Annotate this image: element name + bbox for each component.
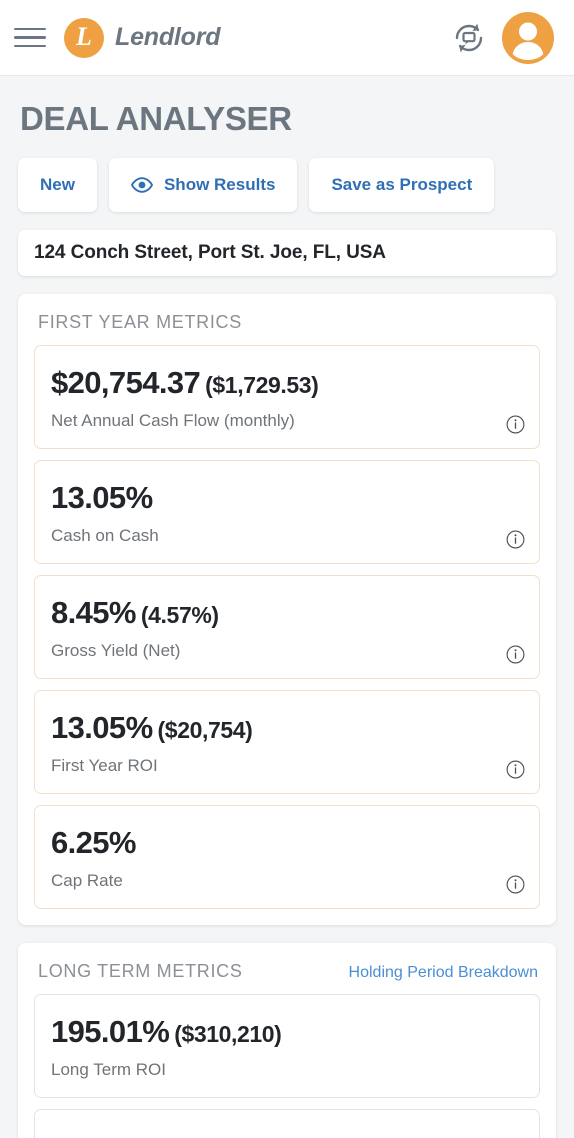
metric-label: Long Term ROI bbox=[51, 1059, 166, 1079]
page-title: DEAL ANALYSER bbox=[20, 100, 292, 137]
action-button-row: New Show Results Save as Prospect bbox=[18, 158, 556, 212]
metric-secondary-value: (4.57%) bbox=[140, 602, 219, 629]
sync-chat-icon[interactable] bbox=[452, 21, 486, 55]
metric-card-first-year-roi[interactable]: 13.05% ($20,754) First Year ROI bbox=[34, 690, 540, 794]
first-year-panel-header: FIRST YEAR METRICS bbox=[34, 312, 540, 333]
metric-label: Net Annual Cash Flow (monthly) bbox=[51, 410, 295, 430]
metric-value-row: 195.01% ($310,210) bbox=[51, 1014, 523, 1050]
metric-primary-value: $20,754.37 bbox=[51, 365, 201, 401]
hamburger-bar bbox=[14, 27, 46, 31]
metric-label: Cap Rate bbox=[51, 870, 123, 890]
metric-primary-value: 8.45% bbox=[51, 595, 137, 631]
metric-primary-value: 6.25% bbox=[51, 825, 137, 861]
avatar-silhouette-icon bbox=[512, 22, 544, 60]
metric-label: Cash on Cash bbox=[51, 525, 159, 545]
brand-logo[interactable]: L Lendlord bbox=[64, 17, 221, 58]
info-icon[interactable] bbox=[506, 415, 525, 434]
metric-value-row: 13.05% bbox=[51, 480, 523, 516]
show-results-label: Show Results bbox=[163, 175, 276, 194]
metric-card-cash-on-cash[interactable]: 13.05% Cash on Cash bbox=[34, 460, 540, 564]
metric-value-row: 13.05% ($20,754) bbox=[51, 710, 523, 746]
top-navbar: L Lendlord bbox=[0, 0, 574, 76]
brand-name: Lendlord bbox=[115, 23, 221, 51]
metric-card-long-term-roi[interactable]: 195.01% ($310,210) Long Term ROI bbox=[34, 994, 540, 1098]
metric-primary-value: 13.05% bbox=[51, 710, 153, 746]
user-avatar-icon[interactable] bbox=[502, 11, 554, 64]
hamburger-menu-icon[interactable] bbox=[14, 25, 46, 51]
holding-period-breakdown-link[interactable]: Holding Period Breakdown bbox=[349, 964, 538, 982]
first-year-panel-title: FIRST YEAR METRICS bbox=[38, 312, 242, 332]
save-as-prospect-label: Save as Prospect bbox=[331, 175, 473, 194]
info-icon[interactable] bbox=[506, 530, 525, 549]
eye-icon bbox=[130, 177, 153, 193]
info-icon[interactable] bbox=[506, 875, 525, 894]
lendlord-logo-icon: L bbox=[64, 17, 104, 58]
metric-card-gross-yield[interactable]: 8.45% (4.57%) Gross Yield (Net) bbox=[34, 575, 540, 679]
hamburger-bar bbox=[14, 44, 46, 48]
property-address-field[interactable]: 124 Conch Street, Port St. Joe, FL, USA bbox=[18, 230, 556, 276]
metric-card-cap-rate[interactable]: 6.25% Cap Rate bbox=[34, 805, 540, 909]
first-year-metrics-panel: FIRST YEAR METRICS $20,754.37 ($1,729.53)… bbox=[18, 294, 556, 925]
metric-secondary-value: ($310,210) bbox=[174, 1021, 282, 1048]
long-term-metrics-panel: LONG TERM METRICS Holding Period Breakdo… bbox=[18, 943, 556, 1138]
long-term-panel-title: LONG TERM METRICS bbox=[38, 961, 243, 981]
info-icon[interactable] bbox=[506, 645, 525, 664]
metric-primary-value: 195.01% bbox=[51, 1014, 170, 1050]
new-button[interactable]: New bbox=[18, 158, 97, 212]
metric-secondary-value: ($20,754) bbox=[157, 717, 253, 744]
show-results-button[interactable]: Show Results bbox=[108, 158, 298, 212]
metric-card-long-term-secondary[interactable]: 17.70% bbox=[34, 1109, 540, 1138]
metric-primary-value: 13.05% bbox=[51, 480, 153, 516]
navbar-actions bbox=[452, 11, 554, 64]
info-icon[interactable] bbox=[506, 760, 525, 779]
hamburger-bar bbox=[14, 36, 46, 39]
logo-letter: L bbox=[76, 21, 92, 51]
metric-card-net-annual-cash-flow[interactable]: $20,754.37 ($1,729.53) Net Annual Cash Fl… bbox=[34, 345, 540, 449]
metric-value-row: 8.45% (4.57%) bbox=[51, 595, 523, 631]
property-address-value: 124 Conch Street, Port St. Joe, FL, USA bbox=[34, 242, 386, 263]
metric-secondary-value: ($1,729.53) bbox=[205, 372, 319, 399]
metric-label: Gross Yield (Net) bbox=[51, 640, 181, 660]
long-term-panel-header: LONG TERM METRICS Holding Period Breakdo… bbox=[34, 961, 540, 982]
save-as-prospect-button[interactable]: Save as Prospect bbox=[309, 158, 495, 212]
metric-label: First Year ROI bbox=[51, 755, 158, 775]
page-body: DEAL ANALYSER New Show Results Save as P… bbox=[0, 100, 574, 1138]
metric-value-row: $20,754.37 ($1,729.53) bbox=[51, 365, 523, 401]
new-button-label: New bbox=[40, 175, 75, 194]
metric-value-row: 6.25% bbox=[51, 825, 523, 861]
